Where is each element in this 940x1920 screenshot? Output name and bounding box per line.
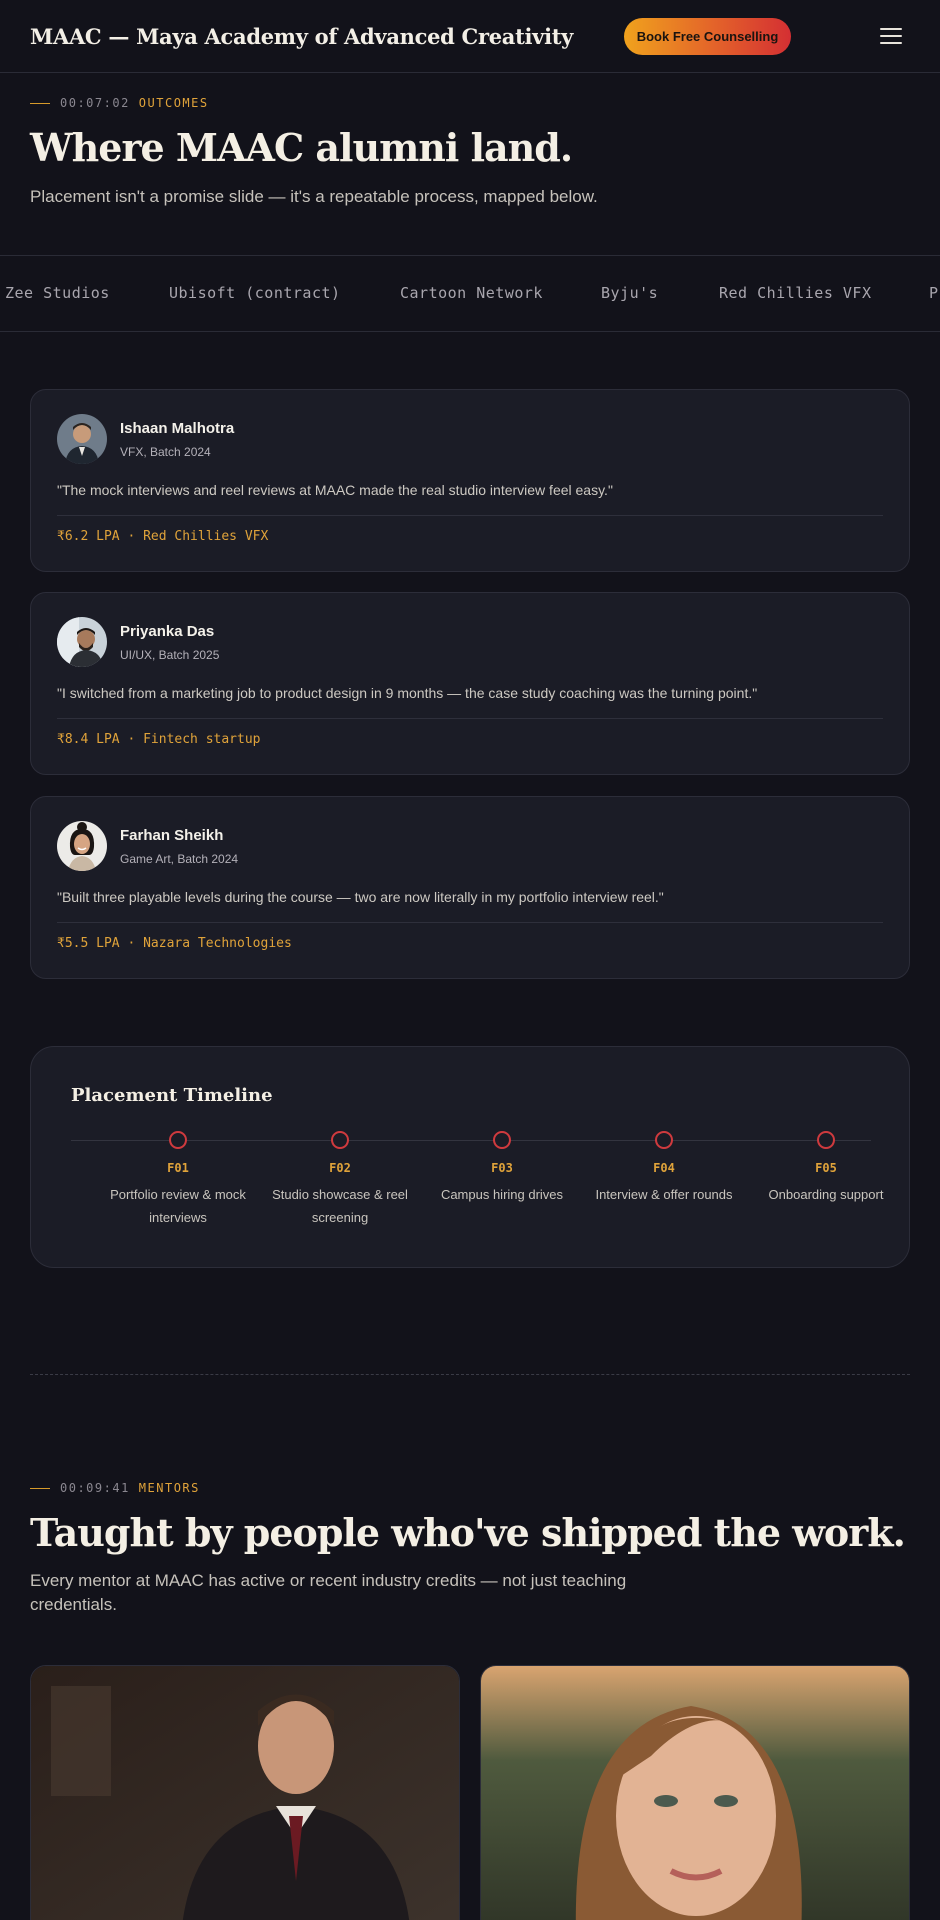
studio-item: Ubisoft (contract) (169, 284, 341, 302)
outcomes-timestamp: 00:07:02 (60, 96, 130, 110)
testimonial-card: Farhan Sheikh Game Art, Batch 2024 "Buil… (30, 796, 910, 979)
timeline-dot (817, 1131, 835, 1149)
testimonial-card: Priyanka Das UI/UX, Batch 2025 "I switch… (30, 592, 910, 775)
testimonial-quote: "Built three playable levels during the … (57, 889, 664, 905)
testimonial-role: UI/UX, Batch 2025 (120, 648, 220, 662)
card-divider (57, 922, 883, 923)
testimonial-card: Ishaan Malhotra VFX, Batch 2024 "The moc… (30, 389, 910, 572)
placement-result: ₹8.4 LPA · Fintech startup (57, 732, 261, 747)
avatar (57, 414, 107, 464)
mentors-title: Taught by people who've shipped the work… (30, 1510, 906, 1555)
section-divider (30, 1374, 910, 1375)
hamburger-icon[interactable] (880, 27, 902, 45)
step-code: F02 (329, 1161, 351, 1175)
timeline-step: F02 Studio showcase & reel screening (259, 1131, 421, 1229)
avatar (57, 821, 107, 871)
timeline-dot (169, 1131, 187, 1149)
step-label: Interview & offer rounds (595, 1187, 733, 1202)
timeline-step: F05 Onboarding support (745, 1131, 907, 1206)
timeline-step: F01 Portfolio review & mock interviews (97, 1131, 259, 1229)
mentor-photo[interactable] (30, 1665, 460, 1920)
step-label: Campus hiring drives (440, 1187, 564, 1202)
mentor-photo[interactable] (480, 1665, 910, 1920)
studio-item: Cartoon Network (400, 284, 543, 302)
site-header: MAAC — Maya Academy of Advanced Creativi… (0, 0, 940, 73)
testimonial-quote: "I switched from a marketing job to prod… (57, 685, 758, 701)
studio-marquee: Zee Studios Ubisoft (contract) Cartoon N… (0, 255, 940, 332)
step-code: F04 (653, 1161, 675, 1175)
avatar (57, 617, 107, 667)
mentors-timestamp: 00:09:41 (60, 1481, 130, 1495)
card-divider (57, 515, 883, 516)
outcomes-eyebrow: 00:07:02 OUTCOMES (30, 96, 209, 110)
testimonial-role: Game Art, Batch 2024 (120, 852, 239, 866)
testimonial-role: VFX, Batch 2024 (120, 445, 211, 459)
mentors-tag: MENTORS (138, 1481, 200, 1495)
studio-item: P (929, 284, 939, 302)
eyebrow-line (30, 1487, 50, 1489)
step-label: Onboarding support (768, 1187, 884, 1202)
step-code: F01 (167, 1161, 189, 1175)
timeline-title: Placement Timeline (71, 1085, 273, 1106)
step-code: F05 (815, 1161, 837, 1175)
studio-item: Red Chillies VFX (719, 284, 872, 302)
outcomes-title: Where MAAC alumni land. (30, 125, 573, 170)
mentors-subtitle: Every mentor at MAAC has active or recen… (30, 1571, 627, 1614)
outcomes-tag: OUTCOMES (138, 96, 209, 110)
card-divider (57, 718, 883, 719)
eyebrow-line (30, 102, 50, 104)
site-logo[interactable]: MAAC — Maya Academy of Advanced Creativi… (30, 24, 573, 49)
timeline-step: F03 Campus hiring drives (421, 1131, 583, 1206)
studio-item: Byju's (601, 284, 659, 302)
timeline-dot (331, 1131, 349, 1149)
placement-result: ₹5.5 LPA · Nazara Technologies (57, 936, 292, 951)
studio-item: Zee Studios (5, 284, 110, 302)
placement-result: ₹6.2 LPA · Red Chillies VFX (57, 529, 269, 544)
timeline-dot (655, 1131, 673, 1149)
outcomes-subtitle: Placement isn't a promise slide — it's a… (30, 187, 598, 206)
placement-timeline: Placement Timeline F01 Portfolio review … (30, 1046, 910, 1268)
book-counselling-button[interactable]: Book Free Counselling (624, 18, 791, 55)
step-label: Portfolio review & mock interviews (110, 1187, 246, 1225)
testimonial-name: Priyanka Das (120, 623, 215, 640)
testimonial-quote: "The mock interviews and reel reviews at… (57, 482, 613, 498)
step-label: Studio showcase & reel screening (272, 1187, 408, 1225)
testimonial-name: Farhan Sheikh (120, 827, 224, 844)
testimonial-name: Ishaan Malhotra (120, 420, 235, 437)
timeline-step: F04 Interview & offer rounds (583, 1131, 745, 1206)
step-code: F03 (491, 1161, 513, 1175)
timeline-dot (493, 1131, 511, 1149)
mentors-eyebrow: 00:09:41 MENTORS (30, 1481, 200, 1495)
